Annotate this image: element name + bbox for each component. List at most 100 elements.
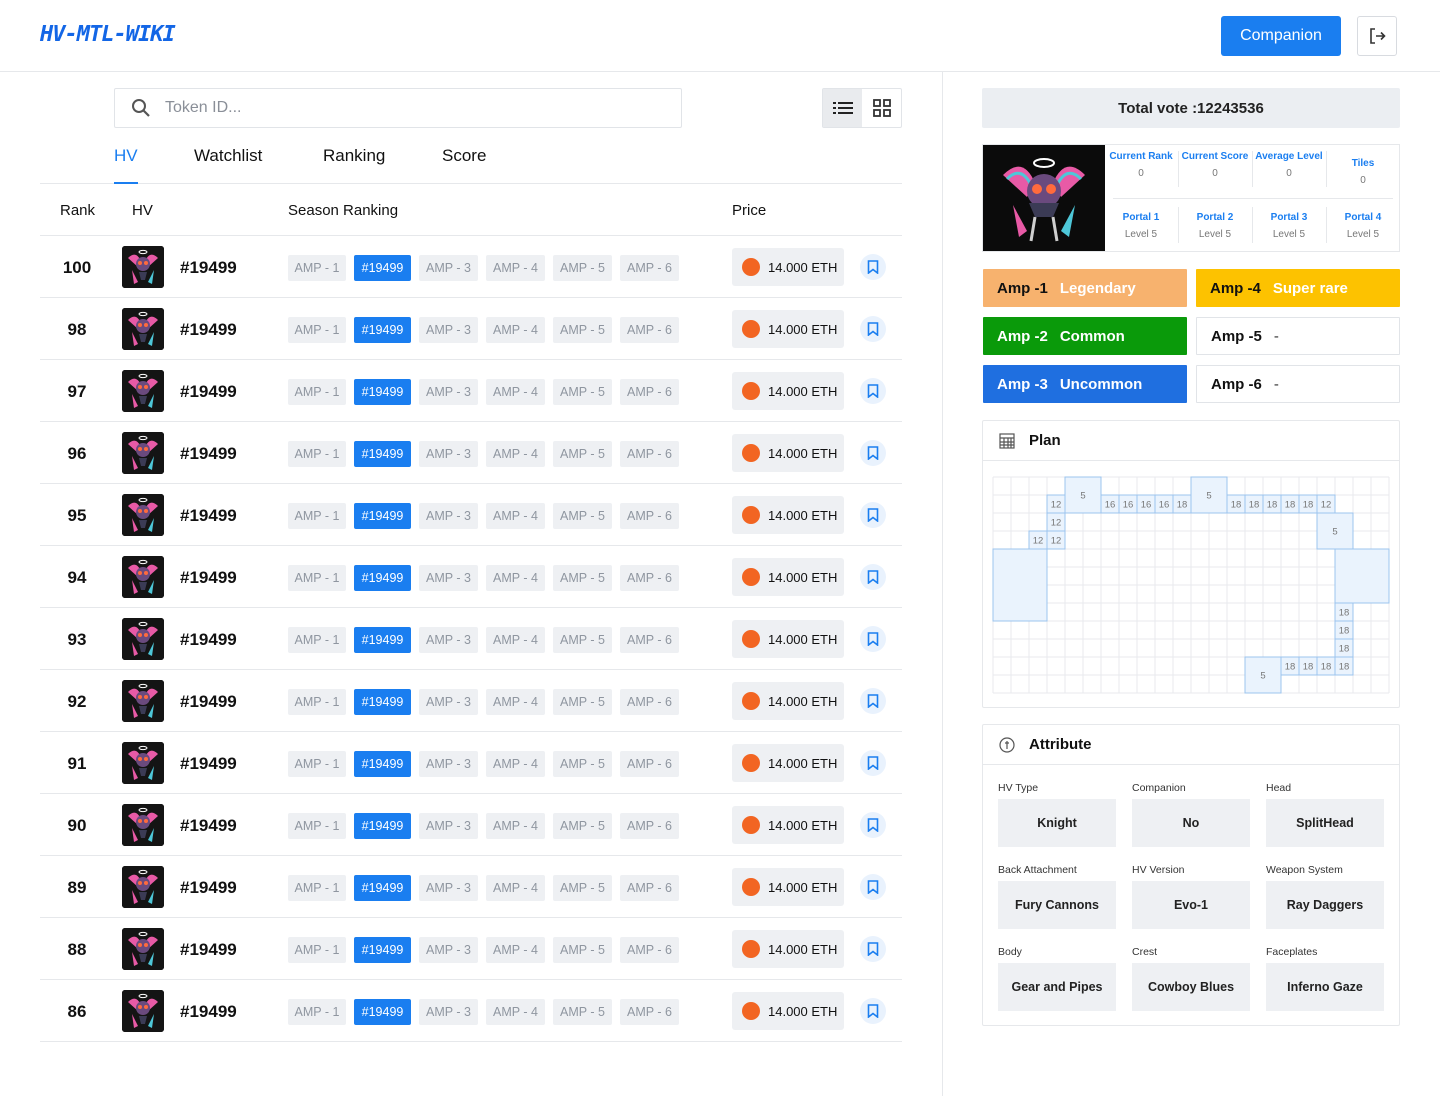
app-logo[interactable]: HV-MTL-WIKI — [40, 22, 176, 47]
season-amp-chip[interactable]: AMP - 5 — [553, 565, 612, 591]
season-amp-chip[interactable]: AMP - 4 — [486, 689, 545, 715]
logout-button[interactable] — [1357, 16, 1397, 56]
table-row[interactable]: 91 #19499 AMP - 1 #19499 AMP - 3 AMP - 4 AMP… — [40, 732, 902, 794]
season-amp-chip[interactable]: AMP - 5 — [553, 379, 612, 405]
hv-token-id[interactable]: #19499 — [180, 692, 237, 712]
table-row[interactable]: 86 #19499 AMP - 1 #19499 AMP - 3 AMP - 4 AMP… — [40, 980, 902, 1042]
bookmark-button[interactable] — [860, 874, 886, 900]
hv-token-id[interactable]: #19499 — [180, 568, 237, 588]
bookmark-button[interactable] — [860, 378, 886, 404]
season-amp-chip[interactable]: AMP - 3 — [419, 317, 478, 343]
season-amp-chip[interactable]: #19499 — [354, 813, 411, 839]
season-amp-chip[interactable]: AMP - 3 — [419, 627, 478, 653]
bookmark-button[interactable] — [860, 936, 886, 962]
season-amp-chip[interactable]: AMP - 4 — [486, 503, 545, 529]
season-amp-chip[interactable]: AMP - 4 — [486, 317, 545, 343]
hv-token-id[interactable]: #19499 — [180, 1002, 237, 1022]
season-amp-chip[interactable]: AMP - 4 — [486, 937, 545, 963]
hv-token-id[interactable]: #19499 — [180, 816, 237, 836]
table-row[interactable]: 94 #19499 AMP - 1 #19499 AMP - 3 AMP - 4 AMP… — [40, 546, 902, 608]
hv-thumbnail[interactable] — [122, 928, 164, 970]
season-amp-chip[interactable]: AMP - 5 — [553, 627, 612, 653]
hv-thumbnail[interactable] — [122, 556, 164, 598]
season-amp-chip[interactable]: AMP - 6 — [620, 503, 679, 529]
season-amp-chip[interactable]: AMP - 3 — [419, 875, 478, 901]
search-bar[interactable] — [114, 88, 682, 128]
season-amp-chip[interactable]: AMP - 3 — [419, 813, 478, 839]
season-amp-chip[interactable]: AMP - 5 — [553, 503, 612, 529]
tab-score[interactable]: Score — [442, 146, 486, 183]
hv-token-id[interactable]: #19499 — [180, 444, 237, 464]
season-amp-chip[interactable]: AMP - 1 — [288, 317, 346, 343]
hv-thumbnail[interactable] — [122, 494, 164, 536]
list-view-button[interactable] — [823, 89, 862, 127]
season-amp-chip[interactable]: #19499 — [354, 751, 411, 777]
hv-thumbnail[interactable] — [122, 866, 164, 908]
table-row[interactable]: 93 #19499 AMP - 1 #19499 AMP - 3 AMP - 4 AMP… — [40, 608, 902, 670]
season-amp-chip[interactable]: AMP - 1 — [288, 565, 346, 591]
table-row[interactable]: 92 #19499 AMP - 1 #19499 AMP - 3 AMP - 4 AMP… — [40, 670, 902, 732]
season-amp-chip[interactable]: AMP - 1 — [288, 255, 346, 281]
table-row[interactable]: 89 #19499 AMP - 1 #19499 AMP - 3 AMP - 4 AMP… — [40, 856, 902, 918]
hv-thumbnail[interactable] — [122, 990, 164, 1032]
table-row[interactable]: 97 #19499 AMP - 1 #19499 AMP - 3 AMP - 4 AMP… — [40, 360, 902, 422]
season-amp-chip[interactable]: #19499 — [354, 999, 411, 1025]
bookmark-button[interactable] — [860, 316, 886, 342]
season-amp-chip[interactable]: AMP - 4 — [486, 255, 545, 281]
table-row[interactable]: 96 #19499 AMP - 1 #19499 AMP - 3 AMP - 4 AMP… — [40, 422, 902, 484]
tab-hv[interactable]: HV — [114, 146, 138, 184]
season-amp-chip[interactable]: AMP - 6 — [620, 813, 679, 839]
season-amp-chip[interactable]: AMP - 1 — [288, 937, 346, 963]
hv-thumbnail[interactable] — [122, 246, 164, 288]
season-amp-chip[interactable]: #19499 — [354, 379, 411, 405]
season-amp-chip[interactable]: AMP - 3 — [419, 999, 478, 1025]
season-amp-chip[interactable]: AMP - 4 — [486, 379, 545, 405]
season-amp-chip[interactable]: AMP - 3 — [419, 503, 478, 529]
season-amp-chip[interactable]: AMP - 5 — [553, 689, 612, 715]
season-amp-chip[interactable]: #19499 — [354, 627, 411, 653]
season-amp-chip[interactable]: AMP - 4 — [486, 875, 545, 901]
season-amp-chip[interactable]: AMP - 6 — [620, 255, 679, 281]
hv-thumbnail[interactable] — [122, 618, 164, 660]
season-amp-chip[interactable]: AMP - 1 — [288, 441, 346, 467]
season-amp-chip[interactable]: AMP - 5 — [553, 875, 612, 901]
season-amp-chip[interactable]: AMP - 6 — [620, 441, 679, 467]
bookmark-button[interactable] — [860, 812, 886, 838]
season-amp-chip[interactable]: AMP - 1 — [288, 379, 346, 405]
season-amp-chip[interactable]: AMP - 4 — [486, 627, 545, 653]
season-amp-chip[interactable]: AMP - 1 — [288, 751, 346, 777]
season-amp-chip[interactable]: AMP - 1 — [288, 503, 346, 529]
bookmark-button[interactable] — [860, 254, 886, 280]
season-amp-chip[interactable]: AMP - 6 — [620, 751, 679, 777]
season-amp-chip[interactable]: #19499 — [354, 317, 411, 343]
season-amp-chip[interactable]: AMP - 5 — [553, 937, 612, 963]
season-amp-chip[interactable]: AMP - 5 — [553, 813, 612, 839]
season-amp-chip[interactable]: AMP - 5 — [553, 999, 612, 1025]
season-amp-chip[interactable]: AMP - 4 — [486, 441, 545, 467]
table-row[interactable]: 90 #19499 AMP - 1 #19499 AMP - 3 AMP - 4 AMP… — [40, 794, 902, 856]
bookmark-button[interactable] — [860, 564, 886, 590]
hv-thumbnail[interactable] — [122, 804, 164, 846]
season-amp-chip[interactable]: #19499 — [354, 441, 411, 467]
season-amp-chip[interactable]: AMP - 6 — [620, 627, 679, 653]
hv-token-id[interactable]: #19499 — [180, 506, 237, 526]
season-amp-chip[interactable]: AMP - 1 — [288, 875, 346, 901]
table-row[interactable]: 100 #19499 AMP - 1 #19499 AMP - 3 AMP - 4 AM… — [40, 236, 902, 298]
hv-token-id[interactable]: #19499 — [180, 878, 237, 898]
bookmark-button[interactable] — [860, 998, 886, 1024]
season-amp-chip[interactable]: AMP - 3 — [419, 689, 478, 715]
bookmark-button[interactable] — [860, 750, 886, 776]
season-amp-chip[interactable]: #19499 — [354, 937, 411, 963]
season-amp-chip[interactable]: AMP - 6 — [620, 999, 679, 1025]
table-row[interactable]: 95 #19499 AMP - 1 #19499 AMP - 3 AMP - 4 AMP… — [40, 484, 902, 546]
hv-token-id[interactable]: #19499 — [180, 320, 237, 340]
season-amp-chip[interactable]: AMP - 1 — [288, 813, 346, 839]
season-amp-chip[interactable]: AMP - 1 — [288, 627, 346, 653]
hv-thumbnail[interactable] — [122, 308, 164, 350]
season-amp-chip[interactable]: AMP - 4 — [486, 565, 545, 591]
season-amp-chip[interactable]: AMP - 4 — [486, 999, 545, 1025]
bookmark-button[interactable] — [860, 688, 886, 714]
season-amp-chip[interactable]: AMP - 6 — [620, 689, 679, 715]
table-row[interactable]: 98 #19499 AMP - 1 #19499 AMP - 3 AMP - 4 AMP… — [40, 298, 902, 360]
season-amp-chip[interactable]: AMP - 5 — [553, 441, 612, 467]
